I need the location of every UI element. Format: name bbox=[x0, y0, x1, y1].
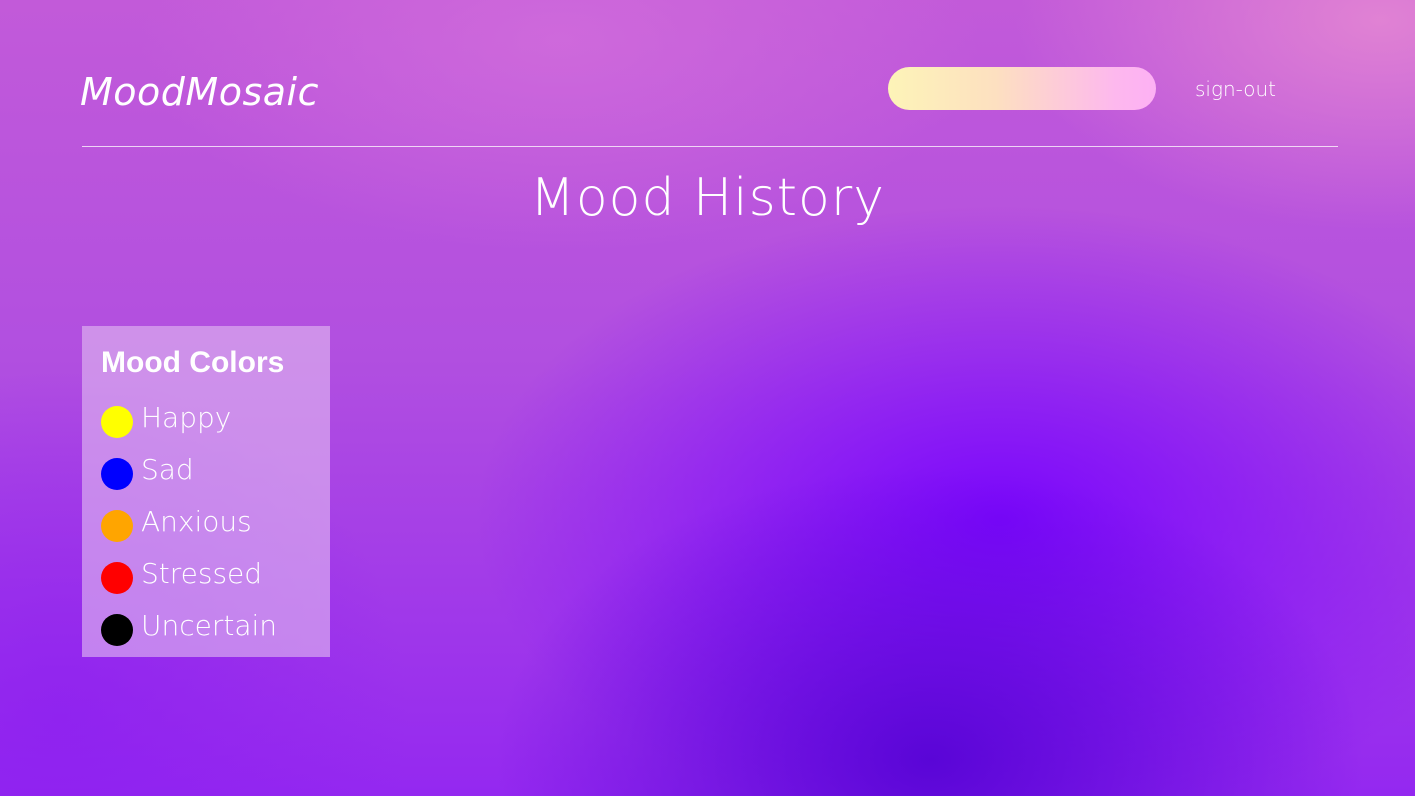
legend-item-happy: Happy bbox=[101, 396, 330, 448]
legend-item-label: Happy bbox=[141, 401, 232, 434]
legend-item-label: Uncertain bbox=[141, 609, 278, 642]
anxious-color-dot-icon bbox=[101, 510, 133, 542]
legend-item-label: Sad bbox=[141, 453, 194, 486]
sad-color-dot-icon bbox=[101, 458, 133, 490]
search-input[interactable] bbox=[888, 67, 1156, 110]
page-title: Mood History bbox=[529, 168, 886, 228]
mood-colors-legend: Mood Colors Happy Sad Anxious Stressed U… bbox=[82, 326, 330, 657]
brand-logo[interactable]: MoodMosaic bbox=[80, 70, 319, 114]
stressed-color-dot-icon bbox=[101, 562, 133, 594]
legend-item-label: Stressed bbox=[141, 557, 263, 590]
happy-color-dot-icon bbox=[101, 406, 133, 438]
legend-item-stressed: Stressed bbox=[101, 552, 330, 604]
uncertain-color-dot-icon bbox=[101, 614, 133, 646]
header-divider bbox=[82, 146, 1338, 147]
legend-item-label: Anxious bbox=[141, 505, 252, 538]
legend-item-uncertain: Uncertain bbox=[101, 604, 330, 656]
legend-title: Mood Colors bbox=[101, 346, 285, 379]
legend-item-sad: Sad bbox=[101, 448, 330, 500]
sign-out-link[interactable]: sign-out bbox=[1195, 77, 1276, 101]
legend-item-anxious: Anxious bbox=[101, 500, 330, 552]
